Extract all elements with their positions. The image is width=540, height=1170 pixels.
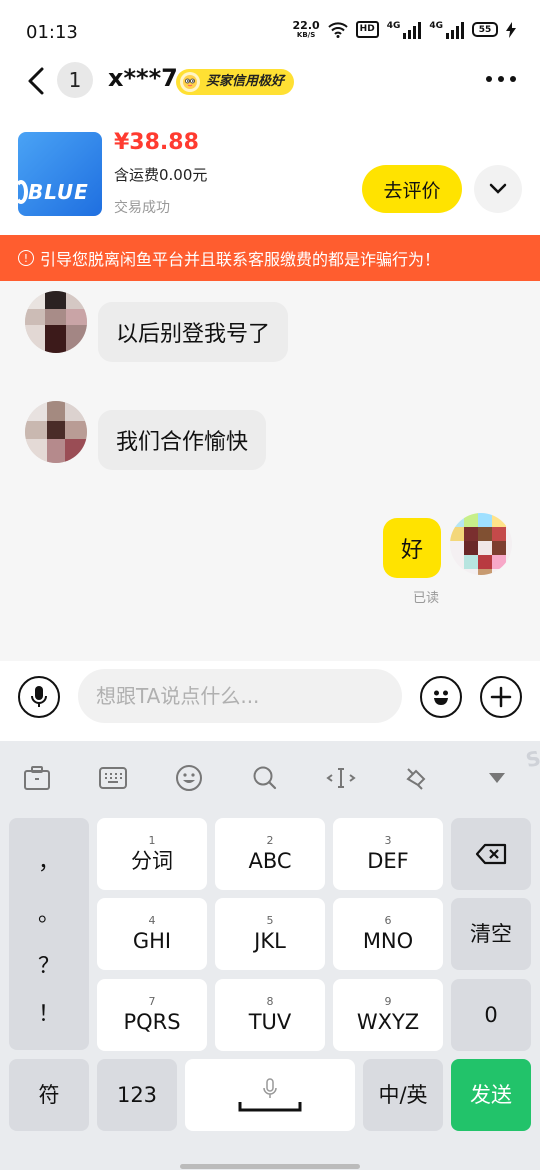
voice-input-button[interactable] — [18, 676, 60, 718]
language-switch-key[interactable]: 中/英 — [363, 1059, 443, 1131]
key-4[interactable]: 4 GHI — [97, 898, 207, 970]
space-bar-icon — [238, 1102, 302, 1112]
read-receipt: 已读 — [413, 591, 440, 606]
warning-icon: ! — [18, 250, 34, 266]
key-5[interactable]: 5 JKL — [215, 898, 325, 970]
punct-key[interactable]: ！ — [9, 996, 89, 1028]
space-key[interactable] — [185, 1059, 355, 1131]
product-thumbnail[interactable]: BLUE — [18, 132, 102, 216]
wifi-icon — [327, 21, 348, 38]
plus-icon — [490, 686, 512, 708]
fraud-warning-banner: ! 引导您脱离闲鱼平台并且联系客服缴费的都是诈骗行为！ — [0, 235, 540, 281]
theme-brush-icon[interactable] — [402, 763, 432, 793]
search-icon[interactable] — [250, 763, 280, 793]
product-card[interactable]: BLUE ¥38.88 含运费0.00元 交易成功 去评价 — [0, 118, 540, 235]
signal-icon-2: 4G — [429, 21, 464, 39]
battery-icon: 55 — [472, 22, 498, 37]
hd-icon: HD — [355, 21, 379, 38]
punct-key[interactable]: ， — [9, 844, 89, 876]
smiley-face-icon — [434, 690, 448, 705]
review-button[interactable]: 去评价 — [362, 165, 462, 213]
fraud-warning-text: 引导您脱离闲鱼平台并且联系客服缴费的都是诈骗行为！ — [40, 250, 441, 269]
product-price: ¥38.88 — [114, 130, 199, 155]
message-bubble[interactable]: 以后别登我号了 — [98, 302, 289, 362]
home-indicator[interactable] — [180, 1164, 360, 1169]
message-bubble[interactable]: 我们合作愉快 — [98, 410, 267, 470]
message-input-bar — [0, 661, 540, 741]
microphone-icon — [263, 1078, 277, 1098]
ime-keyboard: S ， 。 ？ ！ 1 分词 2 ABC 3 DEF 4 GHI 5 JKL 6 MNO 清… — [0, 741, 540, 1170]
punctuation-column[interactable]: ， 。 ？ ！ — [9, 818, 89, 1050]
key-7[interactable]: 7 PQRS — [97, 979, 207, 1051]
charging-icon — [506, 21, 516, 38]
clear-key[interactable]: 清空 — [451, 898, 531, 970]
credit-badge[interactable]: 买家信用极好 — [176, 69, 295, 95]
back-arrow-icon[interactable] — [22, 66, 52, 96]
key-9[interactable]: 9 WXYZ — [333, 979, 443, 1051]
more-actions-button[interactable] — [480, 676, 522, 718]
cursor-move-icon[interactable] — [326, 763, 356, 793]
status-bar: 01:13 22.0 KB/S HD 4G 4G 55 — [0, 0, 540, 62]
emoji-button[interactable] — [420, 676, 462, 718]
chat-header: 1 x***7 买家信用极好 — [0, 62, 540, 118]
collapse-keyboard-icon[interactable] — [482, 763, 512, 793]
symbols-key[interactable]: 符 — [9, 1059, 89, 1131]
chevron-down-icon — [489, 183, 507, 194]
key-6[interactable]: 6 MNO — [333, 898, 443, 970]
punct-key[interactable]: ？ — [9, 948, 89, 980]
network-speed: 22.0 KB/S — [292, 19, 320, 39]
toolbox-icon[interactable] — [22, 763, 52, 793]
trade-status: 交易成功 — [114, 200, 170, 216]
key-2[interactable]: 2 ABC — [215, 818, 325, 890]
microphone-icon — [31, 686, 47, 707]
sender-avatar[interactable] — [25, 401, 87, 463]
backspace-icon — [475, 843, 507, 865]
expand-button[interactable] — [474, 165, 522, 213]
message-input[interactable] — [78, 669, 402, 723]
smiley-icon — [180, 72, 200, 92]
key-1[interactable]: 1 分词 — [97, 818, 207, 890]
thumbnail-brand-text: BLUE — [28, 180, 89, 204]
key-3[interactable]: 3 DEF — [333, 818, 443, 890]
clock: 01:13 — [26, 22, 78, 43]
send-key[interactable]: 发送 — [451, 1059, 531, 1131]
shipping-fee: 含运费0.00元 — [114, 166, 208, 184]
logo-swoosh-icon — [18, 180, 28, 204]
status-icons: 22.0 KB/S HD 4G 4G 55 — [293, 20, 516, 39]
keyboard-toolbar: S — [0, 741, 540, 813]
more-options-icon[interactable] — [486, 76, 516, 82]
unread-count-badge[interactable]: 1 — [57, 62, 93, 98]
my-avatar[interactable] — [450, 513, 512, 575]
backspace-key[interactable] — [451, 818, 531, 890]
numbers-key[interactable]: 123 — [97, 1059, 177, 1131]
signal-icon-1: 4G — [387, 21, 422, 39]
sender-avatar[interactable] — [25, 291, 87, 353]
key-8[interactable]: 8 TUV — [215, 979, 325, 1051]
punct-key[interactable]: 。 — [9, 896, 89, 928]
credit-badge-label: 买家信用极好 — [206, 74, 285, 89]
keyboard-layout-icon[interactable] — [98, 763, 128, 793]
my-message-bubble[interactable]: 好 — [383, 518, 442, 578]
chat-username[interactable]: x***7 — [108, 64, 178, 92]
zero-key[interactable]: 0 — [451, 979, 531, 1051]
ime-logo-icon: S — [523, 745, 540, 773]
emoji-panel-icon[interactable] — [174, 763, 204, 793]
chat-screen: 01:13 22.0 KB/S HD 4G 4G 55 1 x***7 买家信用… — [0, 0, 540, 1170]
message-list[interactable]: 以后别登我号了 我们合作愉快 好 已读 — [0, 281, 540, 661]
